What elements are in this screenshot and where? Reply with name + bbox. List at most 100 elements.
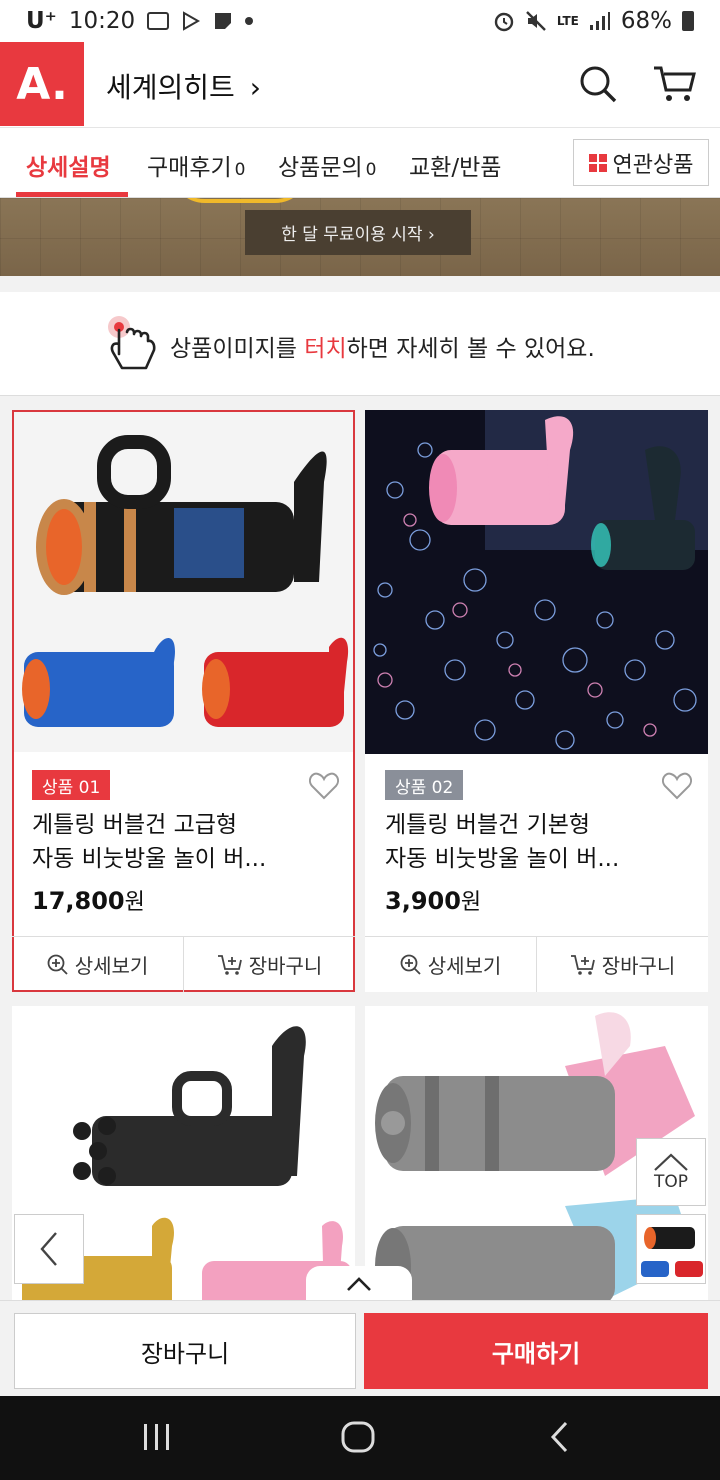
free-trial-label: 한 달 무료이용 시작 › <box>281 225 435 245</box>
product-card[interactable]: 상품 02 게틀링 버블건 기본형 자동 비눗방울 놀이 버... 3,900원… <box>365 410 708 992</box>
cart-icon[interactable] <box>652 64 696 104</box>
heart-icon[interactable] <box>309 772 339 800</box>
search-icon[interactable] <box>578 64 618 104</box>
product-name-line: 게틀링 버블건 기본형 <box>385 812 591 838</box>
add-to-cart-label: 장바구니 <box>248 954 323 978</box>
tab-label: 상품문의 <box>278 155 363 181</box>
view-detail-button[interactable]: 상세보기 <box>12 937 183 992</box>
hint-highlight: 터치 <box>304 336 347 362</box>
price-value: 3,900 <box>385 887 461 915</box>
touch-hand-icon <box>108 316 156 370</box>
system-nav-bar <box>0 1396 720 1480</box>
active-tab-indicator <box>16 192 128 197</box>
product-name[interactable]: 게틀링 버블건 기본형 자동 비눗방울 놀이 버... <box>385 808 685 876</box>
card-actions: 상세보기 장바구니 <box>12 936 355 992</box>
view-detail-label: 상세보기 <box>74 954 149 978</box>
carrier-label: U⁺ <box>26 8 57 34</box>
product-badge: 상품 02 <box>385 770 464 800</box>
buy-button[interactable]: 구매하기 <box>364 1313 708 1389</box>
store-name-link[interactable]: 세계의히트 › <box>106 66 261 106</box>
price-currency: 원 <box>124 890 145 915</box>
add-cart-icon <box>570 954 595 975</box>
recent-apps-icon[interactable] <box>140 1422 174 1452</box>
play-store-icon <box>183 11 201 31</box>
previous-button[interactable] <box>14 1214 84 1284</box>
network-type: LTE <box>556 14 579 28</box>
hint-text-part: 하면 자세히 볼 수 있어요. <box>346 336 595 362</box>
buy-button-label: 구매하기 <box>491 1339 581 1368</box>
purchase-bar: 장바구니 구매하기 <box>0 1300 720 1396</box>
back-icon[interactable] <box>548 1420 572 1454</box>
product-card[interactable]: 상품 01 게틀링 버블건 고급형 자동 비눗방울 놀이 버... 17,800… <box>12 410 355 992</box>
product-image[interactable] <box>14 412 353 752</box>
touch-hint: 상품이미지를 터치하면 자세히 볼 수 있어요. <box>0 292 720 396</box>
note-icon <box>215 13 232 29</box>
zoom-in-icon <box>47 954 68 975</box>
add-to-cart-button[interactable]: 장바구니 <box>183 937 355 992</box>
store-logo[interactable]: A. <box>0 42 84 126</box>
chevron-left-icon <box>40 1232 57 1266</box>
notification-dot-icon <box>245 17 254 25</box>
promo-banner: 한 달 무료이용 시작 › <box>0 198 720 276</box>
product-name-line: 게틀링 버블건 고급형 <box>32 812 238 838</box>
free-trial-button[interactable]: 한 달 무료이용 시작 › <box>245 210 471 255</box>
heart-icon[interactable] <box>662 772 692 800</box>
gallery-icon <box>147 12 170 30</box>
add-cart-icon <box>217 954 242 975</box>
price-currency: 원 <box>460 890 482 915</box>
hint-text-part: 상품이미지를 <box>170 336 305 362</box>
app-header: A. 세계의히트 › <box>0 42 720 128</box>
grid-icon <box>588 153 607 172</box>
chevron-up-icon <box>347 1277 371 1291</box>
related-products-button[interactable]: 연관상품 <box>573 139 709 186</box>
detail-tabs: 상세설명 구매후기 0 상품문의 0 교환/반품 연관상품 <box>0 128 720 198</box>
tab-reviews[interactable]: 구매후기 0 <box>147 148 245 182</box>
cart-button[interactable]: 장바구니 <box>14 1313 356 1389</box>
tab-qna[interactable]: 상품문의 0 <box>278 148 376 182</box>
product-name-line: 자동 비눗방울 놀이 버... <box>32 846 267 872</box>
cart-button-label: 장바구니 <box>140 1339 230 1368</box>
badge-label: 상품 02 <box>395 777 454 798</box>
product-price: 17,800원 <box>32 884 145 916</box>
product-image[interactable] <box>365 410 708 754</box>
product-price: 3,900원 <box>385 884 481 916</box>
tab-label: 상세설명 <box>26 155 111 181</box>
product-name-line: 자동 비눗방울 놀이 버... <box>385 846 620 872</box>
recent-product-thumbnail[interactable] <box>636 1214 706 1284</box>
related-products-label: 연관상품 <box>612 152 694 178</box>
tab-label: 구매후기 <box>147 155 232 181</box>
alarm-icon <box>494 12 514 32</box>
clock: 10:20 <box>68 8 136 34</box>
view-detail-button[interactable]: 상세보기 <box>365 937 536 992</box>
product-badge: 상품 01 <box>32 770 111 800</box>
scroll-top-button[interactable]: TOP <box>636 1138 706 1206</box>
add-to-cart-label: 장바구니 <box>601 954 676 978</box>
signal-icon <box>589 12 610 30</box>
add-to-cart-button[interactable]: 장바구니 <box>536 937 708 992</box>
chevron-up-icon <box>654 1153 688 1171</box>
tab-exchange-return[interactable]: 교환/반품 <box>409 148 501 182</box>
battery-icon <box>682 11 694 31</box>
hint-text: 상품이미지를 터치하면 자세히 볼 수 있어요. <box>170 329 595 363</box>
card-actions: 상세보기 장바구니 <box>365 936 708 992</box>
zoom-in-icon <box>400 954 421 975</box>
tab-count: 0 <box>234 160 246 180</box>
price-value: 17,800 <box>32 887 125 915</box>
home-icon[interactable] <box>340 1420 376 1454</box>
tab-label: 교환/반품 <box>409 155 502 181</box>
status-bar: U⁺ 10:20 LTE 68% <box>0 0 720 42</box>
expand-options-handle[interactable] <box>306 1266 412 1302</box>
chevron-right-icon: › <box>249 71 261 104</box>
product-name[interactable]: 게틀링 버블건 고급형 자동 비눗방울 놀이 버... <box>32 808 332 876</box>
logo-text: A. <box>16 58 68 110</box>
view-detail-label: 상세보기 <box>427 954 502 978</box>
top-label: TOP <box>653 1172 689 1192</box>
badge-label: 상품 01 <box>42 777 101 798</box>
store-name-label: 세계의히트 <box>106 71 235 104</box>
bubble-photo-illustration <box>365 410 708 754</box>
bubble-gun-illustration <box>22 435 349 727</box>
tab-count: 0 <box>365 160 377 180</box>
battery-percent: 68% <box>620 8 672 34</box>
mute-icon <box>525 11 546 31</box>
tab-detail[interactable]: 상세설명 <box>26 148 111 182</box>
